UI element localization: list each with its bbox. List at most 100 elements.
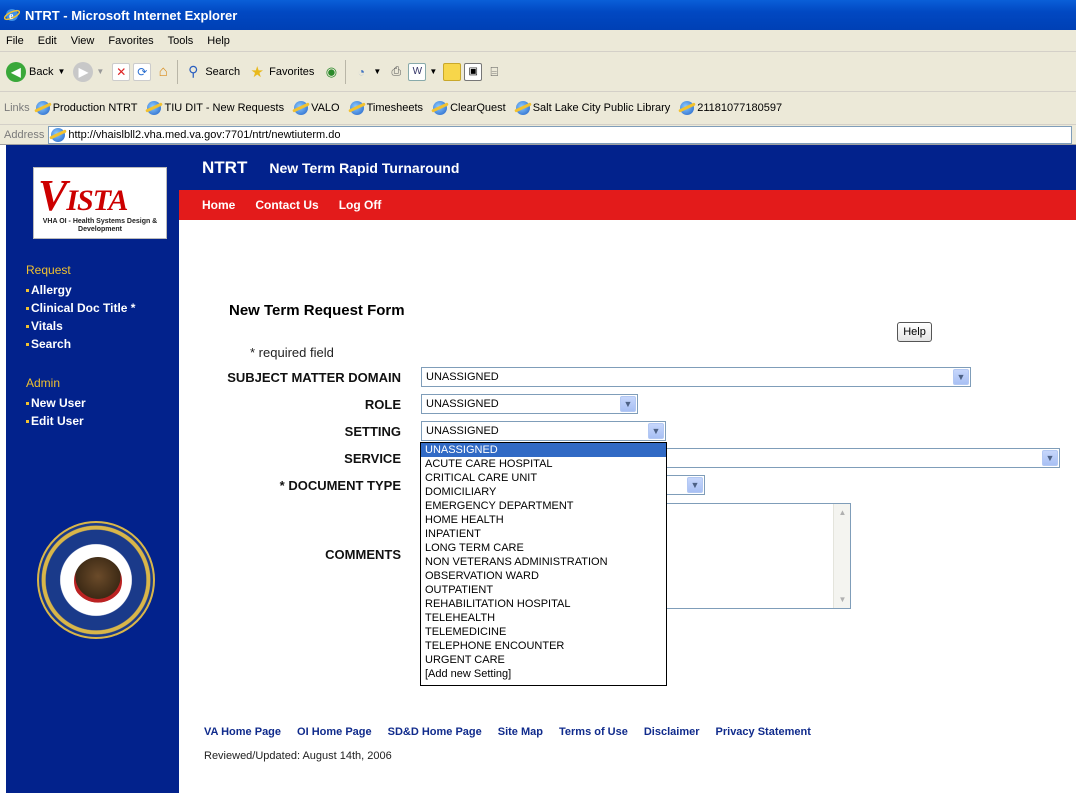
help-button[interactable]: Help [897, 322, 932, 342]
nav-label: Clinical Doc Title * [31, 301, 136, 315]
site-subtitle: New Term Rapid Turnaround [269, 159, 460, 176]
setting-option[interactable]: LONG TERM CARE [421, 541, 666, 555]
setting-option[interactable]: EMERGENCY DEPARTMENT [421, 499, 666, 513]
browser-toolbar: ◀ Back ▼ ▶ ▼ ✕ ⟳ ⌂ ⚲ Search ★ Favorites … [0, 52, 1076, 92]
nav-item-allergy[interactable]: Allergy [26, 283, 72, 297]
messenger-icon[interactable]: ▣ [464, 62, 483, 81]
nav-item-clinical-doc-title[interactable]: Clinical Doc Title * [26, 301, 135, 315]
setting-option[interactable]: UNASSIGNED [421, 443, 666, 457]
footer-links: VA Home Page OI Home Page SD&D Home Page… [204, 726, 827, 738]
menu-file[interactable]: File [6, 35, 24, 47]
nav-item-vitals[interactable]: Vitals [26, 319, 63, 333]
link-production-ntrt[interactable]: Production NTRT [35, 101, 137, 115]
eagle-emblem [74, 557, 122, 605]
chevron-down-icon: ▼ [96, 67, 105, 76]
stop-icon[interactable]: ✕ [112, 62, 131, 81]
setting-option[interactable]: TELEHEALTH [421, 611, 666, 625]
label-comments: COMMENTS [325, 547, 401, 562]
setting-option[interactable]: TELEPHONE ENCOUNTER [421, 639, 666, 653]
setting-option[interactable]: CRITICAL CARE UNIT [421, 471, 666, 485]
nav-log-off[interactable]: Log Off [339, 198, 382, 212]
menu-bar: File Edit View Favorites Tools Help [0, 30, 1076, 52]
folder-icon[interactable] [443, 62, 462, 81]
footer-link-privacy[interactable]: Privacy Statement [716, 726, 811, 738]
link-valo[interactable]: VALO [294, 101, 340, 115]
setting-dropdown-list[interactable]: UNASSIGNED ACUTE CARE HOSPITAL CRITICAL … [420, 442, 667, 686]
address-input[interactable]: http://vhaislbll2.vha.med.va.gov:7701/nt… [48, 125, 1072, 144]
link-timesheets[interactable]: Timesheets [349, 101, 423, 115]
menu-edit[interactable]: Edit [38, 35, 57, 47]
ie-page-icon [349, 101, 364, 115]
menu-tools[interactable]: Tools [168, 35, 194, 47]
footer-link-terms[interactable]: Terms of Use [559, 726, 628, 738]
toolbar-separator [345, 59, 347, 84]
word-edit-icon[interactable]: W [408, 62, 427, 81]
nav-item-edit-user[interactable]: Edit User [26, 414, 84, 428]
footer-link-oi-home[interactable]: OI Home Page [297, 726, 372, 738]
media-icon[interactable]: ◉ [322, 63, 340, 81]
research-icon[interactable]: ⌸ [485, 63, 503, 81]
search-button[interactable]: ⚲ Search [184, 63, 240, 81]
bullet [26, 306, 29, 310]
print-icon[interactable]: ⎙ [387, 63, 405, 81]
link-clearquest[interactable]: ClearQuest [433, 101, 506, 115]
chevron-down-icon: ▼ [687, 477, 703, 493]
window-titlebar: e NTRT - Microsoft Internet Explorer [0, 0, 1076, 30]
setting-select[interactable]: UNASSIGNED ▼ [421, 421, 666, 441]
label-service: SERVICE [344, 451, 401, 466]
setting-option[interactable]: URGENT CARE [421, 653, 666, 667]
link-number[interactable]: 21181077180597 [680, 101, 782, 115]
toolbar-separator [177, 59, 179, 84]
nav-label: Edit User [31, 414, 84, 428]
bullet [26, 401, 29, 405]
setting-option[interactable]: ACUTE CARE HOSPITAL [421, 457, 666, 471]
setting-option[interactable]: NON VETERANS ADMINISTRATION [421, 555, 666, 569]
nav-contact-us[interactable]: Contact Us [255, 198, 318, 212]
setting-option[interactable]: OBSERVATION WARD [421, 569, 666, 583]
setting-option[interactable]: DOMICILIARY [421, 485, 666, 499]
bullet [26, 324, 29, 328]
label-role: ROLE [364, 397, 401, 412]
link-label: ClearQuest [450, 102, 506, 114]
chevron-down-icon[interactable]: ▼ [373, 67, 381, 76]
menu-help[interactable]: Help [207, 35, 230, 47]
ie-page-icon [515, 101, 530, 115]
ie-page-icon [680, 101, 695, 115]
setting-option[interactable]: HOME HEALTH [421, 513, 666, 527]
comments-scrollbar[interactable]: ▲ ▼ [833, 504, 850, 608]
history-icon[interactable]: ◔ [352, 63, 370, 81]
home-icon[interactable]: ⌂ [154, 63, 172, 81]
site-brand: NTRT [202, 157, 248, 177]
refresh-icon[interactable]: ⟳ [133, 62, 152, 81]
setting-option[interactable]: REHABILITATION HOSPITAL [421, 597, 666, 611]
favorites-button[interactable]: ★ Favorites [248, 63, 314, 81]
vista-logo: VISTA VHA OI - Health Systems Design & D… [33, 167, 167, 239]
role-select[interactable]: UNASSIGNED ▼ [421, 394, 638, 414]
scroll-down-icon[interactable]: ▼ [835, 592, 850, 607]
scroll-up-icon[interactable]: ▲ [835, 505, 850, 520]
menu-favorites[interactable]: Favorites [108, 35, 153, 47]
footer-link-sdd-home[interactable]: SD&D Home Page [388, 726, 482, 738]
chevron-down-icon[interactable]: ▼ [429, 67, 437, 76]
link-tiu-dit[interactable]: TIU DIT - New Requests [147, 101, 284, 115]
nav-label: Search [31, 337, 72, 351]
setting-option[interactable]: [Add new Setting] [421, 667, 666, 681]
select-value: UNASSIGNED [426, 371, 499, 383]
window-title: NTRT - Microsoft Internet Explorer [25, 7, 238, 23]
forward-button[interactable]: ▶ ▼ [73, 61, 105, 82]
logo-org: VHA OI - Health Systems Design & Develop… [42, 218, 158, 233]
subject-matter-domain-select[interactable]: UNASSIGNED ▼ [421, 367, 971, 387]
back-button[interactable]: ◀ Back ▼ [6, 61, 65, 82]
nav-home[interactable]: Home [202, 198, 235, 212]
footer-link-site-map[interactable]: Site Map [498, 726, 543, 738]
link-slc-library[interactable]: Salt Lake City Public Library [515, 101, 670, 115]
setting-option[interactable]: OUTPATIENT [421, 583, 666, 597]
menu-view[interactable]: View [71, 35, 95, 47]
nav-heading-request: Request [26, 263, 71, 277]
nav-item-search[interactable]: Search [26, 337, 71, 351]
footer-link-disclaimer[interactable]: Disclaimer [644, 726, 700, 738]
nav-item-new-user[interactable]: New User [26, 396, 86, 410]
setting-option[interactable]: TELEMEDICINE [421, 625, 666, 639]
footer-link-va-home[interactable]: VA Home Page [204, 726, 281, 738]
setting-option[interactable]: INPATIENT [421, 527, 666, 541]
